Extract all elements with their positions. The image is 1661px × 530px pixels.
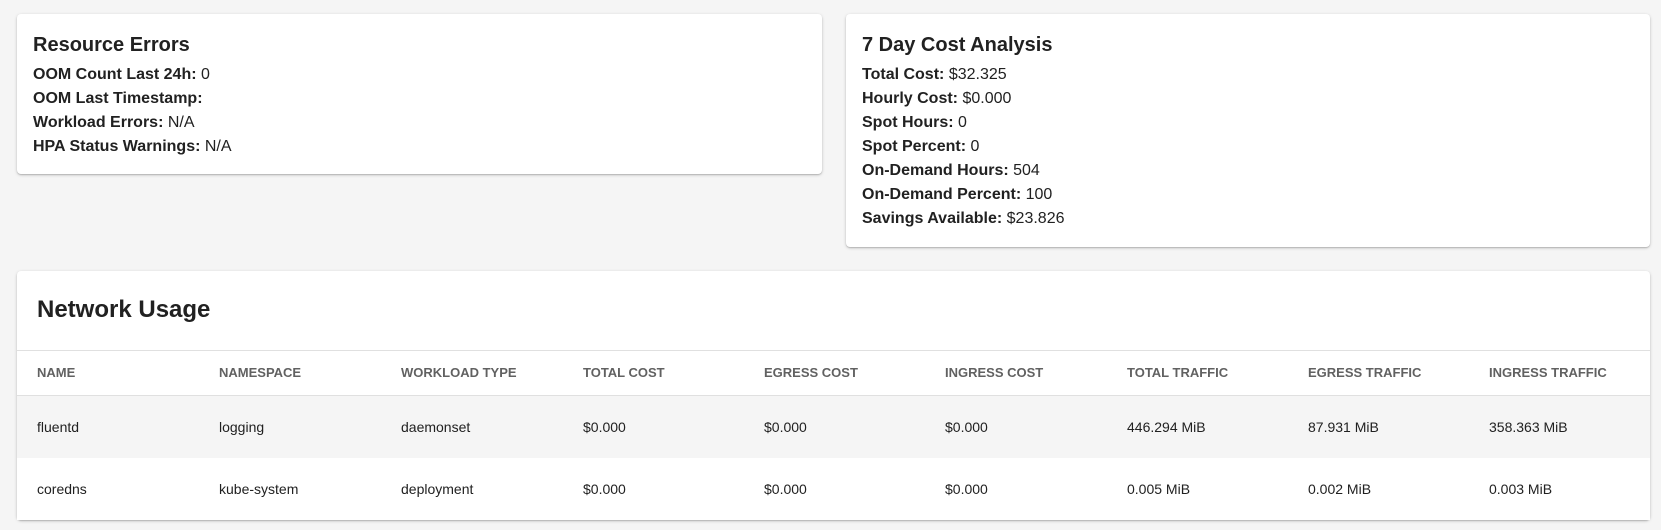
table-cell: 446.294 MiB xyxy=(1127,418,1206,435)
stat-label: On-Demand Hours: xyxy=(862,162,1009,179)
column-header-ingress-traffic[interactable]: Ingress Traffic xyxy=(1469,351,1650,396)
column-header-name[interactable]: Name xyxy=(17,351,199,396)
stat-value: 0 xyxy=(970,138,980,155)
table-cell: 0.002 MiB xyxy=(1308,480,1372,497)
table-cell: coredns xyxy=(37,480,87,497)
stat-workload-errors: Workload Errors: N/A xyxy=(33,111,806,135)
stat-label: Savings Available: xyxy=(862,210,1003,227)
table-cell: logging xyxy=(219,418,265,435)
stat-label: Spot Hours: xyxy=(862,114,954,131)
stat-oom-last-timestamp: OOM Last Timestamp: xyxy=(33,87,806,111)
column-header-total-traffic[interactable]: Total Traffic xyxy=(1107,351,1288,396)
resource-errors-card: Resource Errors OOM Count Last 24h: 0 OO… xyxy=(17,14,822,174)
table-cell: $0.000 xyxy=(583,418,626,435)
stat-savings-available: Savings Available: $23.826 xyxy=(862,207,1634,231)
stat-value: N/A xyxy=(204,138,232,155)
stat-value: $23.826 xyxy=(1006,210,1065,227)
stat-label: HPA Status Warnings: xyxy=(33,138,201,155)
stat-on-demand-percent: On-Demand Percent: 100 xyxy=(862,183,1634,207)
stat-value: $0.000 xyxy=(962,90,1012,107)
network-usage-title: Network Usage xyxy=(37,296,211,323)
table-cell: 0.003 MiB xyxy=(1489,480,1553,497)
stat-spot-hours: Spot Hours: 0 xyxy=(862,111,1634,135)
table-cell: kube-system xyxy=(219,480,299,497)
table-cell: $0.000 xyxy=(764,418,807,435)
stat-oom-count: OOM Count Last 24h: 0 xyxy=(33,63,806,87)
stat-value: $32.325 xyxy=(948,66,1007,83)
table-header-row: Name Namespace Workload Type Total Cost … xyxy=(17,350,1650,396)
stat-total-cost: Total Cost: $32.325 xyxy=(862,63,1634,87)
stat-hpa-warnings: HPA Status Warnings: N/A xyxy=(33,135,806,159)
table-row[interactable]: fluentd logging daemonset $0.000 $0.000 … xyxy=(17,395,1650,458)
stat-label: Workload Errors: xyxy=(33,114,164,131)
stat-label: Total Cost: xyxy=(862,66,945,83)
table-cell: daemonset xyxy=(401,418,471,435)
table-cell: 87.931 MiB xyxy=(1308,418,1379,435)
table-cell: $0.000 xyxy=(764,480,807,497)
stat-label: On-Demand Percent: xyxy=(862,186,1022,203)
stat-value: N/A xyxy=(167,114,195,131)
stat-value: 100 xyxy=(1025,186,1053,203)
stat-label: Hourly Cost: xyxy=(862,90,958,107)
resource-errors-title: Resource Errors xyxy=(33,34,190,56)
stat-value: 0 xyxy=(958,114,967,131)
table-cell: $0.000 xyxy=(583,480,626,497)
cost-analysis-card: 7 Day Cost Analysis Total Cost: $32.325 … xyxy=(846,14,1650,247)
stat-hourly-cost: Hourly Cost: $0.000 xyxy=(862,87,1634,111)
table-cell: 0.005 MiB xyxy=(1127,480,1191,497)
stat-spot-percent: Spot Percent: 0 xyxy=(862,135,1634,159)
table-cell: $0.000 xyxy=(945,418,988,435)
column-header-egress-traffic[interactable]: Egress Traffic xyxy=(1288,351,1469,396)
column-header-total-cost[interactable]: Total Cost xyxy=(563,351,744,396)
column-header-workload-type[interactable]: Workload Type xyxy=(381,351,563,396)
stat-value: 0 xyxy=(201,66,210,83)
table-row[interactable]: coredns kube-system deployment $0.000 $0… xyxy=(17,457,1650,520)
cost-analysis-title: 7 Day Cost Analysis xyxy=(862,34,1053,56)
stat-label: OOM Count Last 24h: xyxy=(33,66,197,83)
table-cell: fluentd xyxy=(37,418,80,435)
table-cell: $0.000 xyxy=(945,480,988,497)
network-usage-card: Network Usage Name Namespace Workload Ty… xyxy=(17,271,1650,520)
stat-label: OOM Last Timestamp: xyxy=(33,90,203,107)
network-usage-table: Name Namespace Workload Type Total Cost … xyxy=(17,350,1650,520)
stat-value: 504 xyxy=(1013,162,1040,179)
column-header-ingress-cost[interactable]: Ingress Cost xyxy=(925,351,1107,396)
column-header-namespace[interactable]: Namespace xyxy=(199,351,381,396)
column-header-egress-cost[interactable]: Egress Cost xyxy=(744,351,925,396)
stat-on-demand-hours: On-Demand Hours: 504 xyxy=(862,159,1634,183)
table-cell: 358.363 MiB xyxy=(1489,418,1568,435)
table-cell: deployment xyxy=(401,480,474,497)
stat-label: Spot Percent: xyxy=(862,138,967,155)
